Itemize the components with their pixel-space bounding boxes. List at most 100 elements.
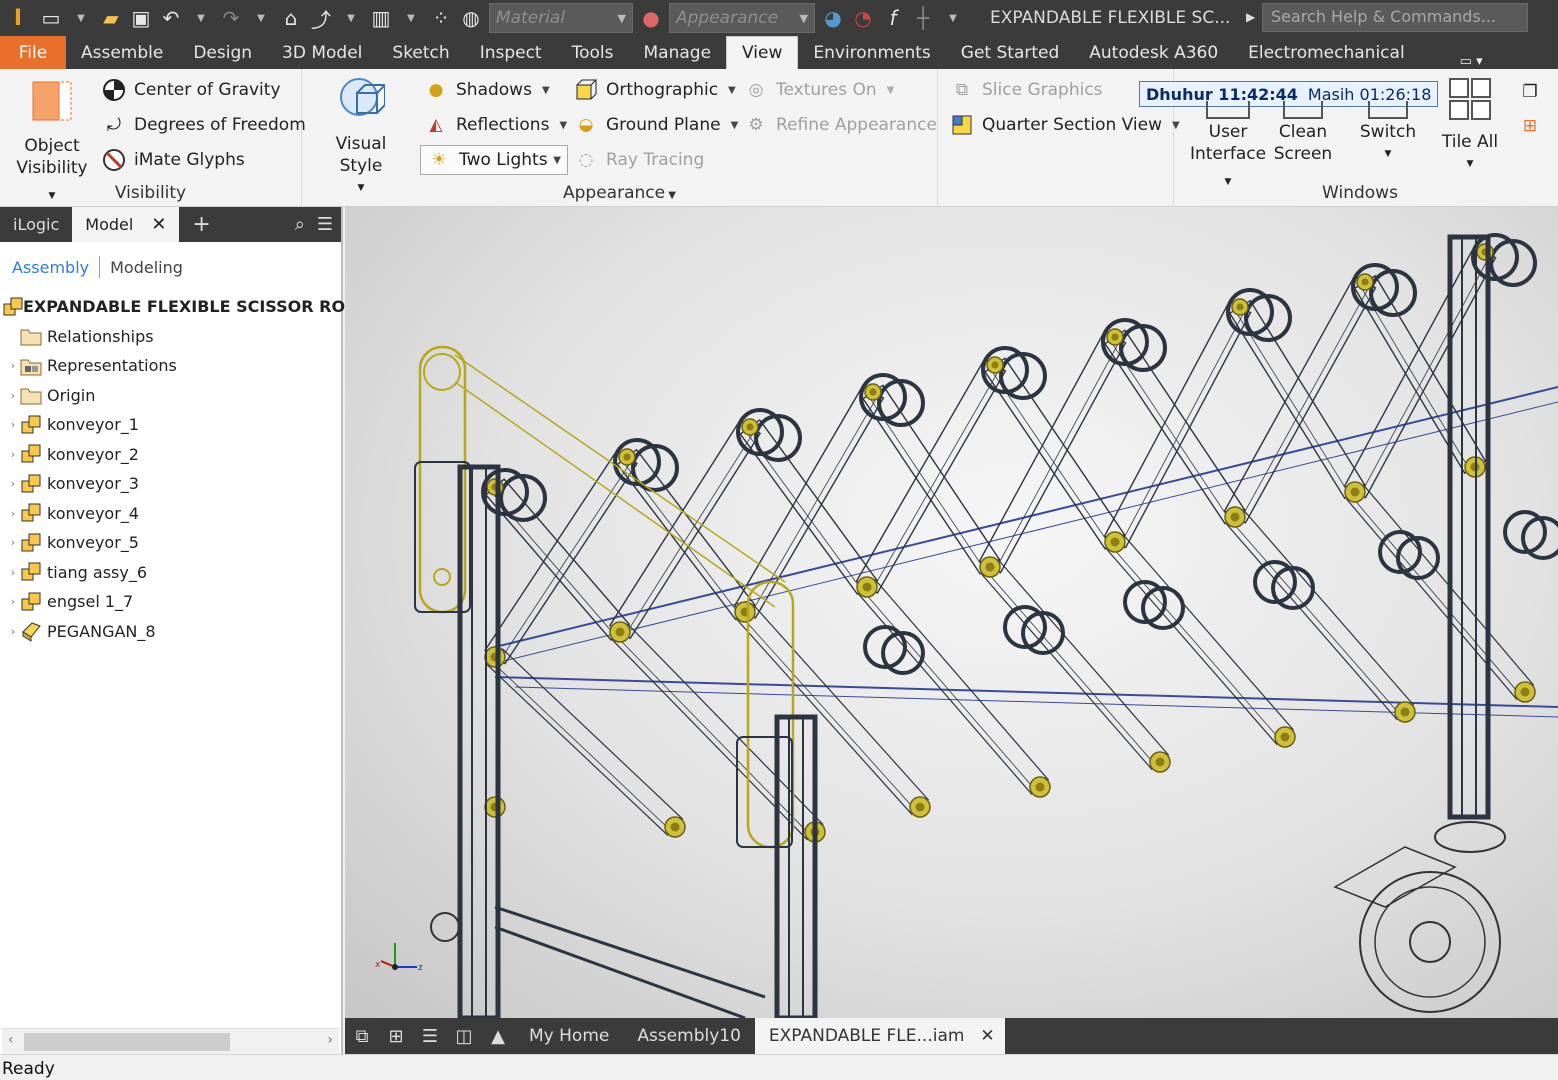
imate-glyphs-button[interactable]: iMate Glyphs xyxy=(102,145,245,175)
undo-dropdown-icon[interactable]: ▼ xyxy=(186,0,216,36)
shadows-dropdown-icon[interactable]: ▼ xyxy=(542,85,550,96)
tab-model[interactable]: Model ✕ xyxy=(72,207,180,242)
cascade-windows-icon[interactable]: ⧉ xyxy=(345,1018,379,1054)
switch-dropdown-icon[interactable]: ▼ xyxy=(1350,143,1426,165)
tab-inspect[interactable]: Inspect xyxy=(465,36,557,69)
expand-chevron-icon[interactable]: › xyxy=(6,536,20,549)
appearance-combo[interactable]: Appearance ▼ xyxy=(669,3,815,33)
slice-graphics-button[interactable]: ⧉ Slice Graphics xyxy=(950,75,1103,105)
reflections-dropdown-icon[interactable]: ▼ xyxy=(559,120,567,131)
expand-chevron-icon[interactable]: › xyxy=(6,418,20,431)
doc-tab-expandable[interactable]: EXPANDABLE FLE...iam ✕ xyxy=(754,1018,1005,1054)
tree-item[interactable]: › konveyor_5 xyxy=(6,528,139,557)
update-dropdown-icon[interactable]: ▼ xyxy=(396,0,426,36)
tab-electromechanical[interactable]: Electromechanical xyxy=(1233,36,1420,69)
return-icon[interactable]: ⤴ xyxy=(306,0,336,36)
expand-chevron-icon[interactable]: › xyxy=(6,359,20,372)
ground-plane-dropdown-icon[interactable]: ▼ xyxy=(731,120,739,131)
select-icon[interactable]: ⁘ xyxy=(426,0,456,36)
scrollbar-thumb[interactable] xyxy=(24,1033,230,1051)
home-icon[interactable]: ⌂ xyxy=(276,0,306,36)
tree-item[interactable]: › konveyor_3 xyxy=(6,469,139,498)
material-combo[interactable]: Material ▼ xyxy=(489,3,633,33)
doc-tab-assembly10[interactable]: Assembly10 xyxy=(623,1018,755,1054)
clean-screen-button[interactable]: Clean Screen xyxy=(1268,101,1338,165)
degrees-of-freedom-button[interactable]: ⤾ Degrees of Freedom xyxy=(102,110,306,140)
tree-item[interactable]: › PEGANGAN_8 xyxy=(6,617,156,646)
tree-item[interactable]: › konveyor_2 xyxy=(6,440,139,469)
tab-sketch[interactable]: Sketch xyxy=(377,36,464,69)
ground-plane-button[interactable]: ◒ Ground Plane ▼ xyxy=(574,110,739,140)
new-window-button[interactable]: ⊞ xyxy=(1518,111,1550,141)
redo-icon[interactable]: ↷ xyxy=(216,0,246,36)
shadows-button[interactable]: ● Shadows ▼ xyxy=(424,75,550,105)
expand-chevron-icon[interactable]: › xyxy=(6,566,20,579)
appearance-panel-title[interactable]: Appearance ▼ xyxy=(302,183,937,203)
orthographic-button[interactable]: Orthographic ▼ xyxy=(574,75,736,105)
open-folder-icon[interactable]: ▰ xyxy=(96,0,126,36)
tab-tools[interactable]: Tools xyxy=(557,36,629,69)
tree-item[interactable]: › Origin xyxy=(6,381,95,410)
tree-item[interactable]: › Representations xyxy=(6,351,177,380)
customize-qat-icon[interactable]: ▼ xyxy=(938,0,968,36)
refine-appearance-button[interactable]: ⚙ Refine Appearance xyxy=(744,110,937,140)
browser-horizontal-scrollbar[interactable]: ‹ › xyxy=(2,1028,339,1054)
expand-chevron-icon[interactable]: › xyxy=(6,477,20,490)
document-list-arrow-icon[interactable]: ▲ xyxy=(481,1018,515,1054)
expand-chevron-icon[interactable]: › xyxy=(6,389,20,402)
ray-tracing-button[interactable]: ◌ Ray Tracing xyxy=(574,145,705,175)
tab-ilogic[interactable]: iLogic xyxy=(0,207,72,242)
graphics-viewport[interactable]: x z xyxy=(345,207,1558,1018)
tile-windows-icon[interactable]: ⊞ xyxy=(379,1018,413,1054)
search-icon[interactable]: ⌕ xyxy=(295,214,305,235)
view-triad-icon[interactable]: x z xyxy=(373,937,433,987)
close-document-icon[interactable]: ✕ xyxy=(980,1026,994,1046)
tab-autodesk-a360[interactable]: Autodesk A360 xyxy=(1074,36,1233,69)
tree-root-item[interactable]: EXPANDABLE FLEXIBLE SCISSOR ROLLI xyxy=(2,292,371,321)
tile-horizontal-icon[interactable]: ☰ xyxy=(413,1018,447,1054)
textures-on-button[interactable]: ◎ Textures On ▼ xyxy=(744,75,895,105)
update-icon[interactable]: ▥ xyxy=(366,0,396,36)
new-file-icon[interactable]: ▭ xyxy=(36,0,66,36)
visual-style-button[interactable]: Visual Style ▼ xyxy=(314,75,408,199)
tree-item[interactable]: › engsel 1_7 xyxy=(6,587,133,616)
expand-chevron-icon[interactable]: › xyxy=(6,448,20,461)
doc-tab-my-home[interactable]: My Home xyxy=(515,1018,623,1054)
tile-vertical-icon[interactable]: ◫ xyxy=(447,1018,481,1054)
ribbon-display-options-icon[interactable]: ▭ ▾ xyxy=(1460,54,1483,69)
tab-view[interactable]: View xyxy=(726,36,799,69)
expand-chevron-icon[interactable]: › xyxy=(6,625,20,638)
measure-icon[interactable]: ┼ xyxy=(908,0,938,36)
close-tab-icon[interactable]: ✕ xyxy=(151,214,166,235)
tree-item[interactable]: › konveyor_4 xyxy=(6,499,139,528)
tree-item[interactable]: › tiang assy_6 xyxy=(6,558,147,587)
hamburger-menu-icon[interactable]: ☰ xyxy=(317,214,333,235)
undo-icon[interactable]: ↶ xyxy=(156,0,186,36)
redo-dropdown-icon[interactable]: ▼ xyxy=(246,0,276,36)
tile-all-button[interactable]: Tile All ▼ xyxy=(1434,77,1506,175)
adjust-appearance-icon[interactable]: ◕ xyxy=(818,0,848,36)
scroll-right-icon[interactable]: › xyxy=(327,1032,333,1048)
quarter-section-view-button[interactable]: Quarter Section View ▼ xyxy=(950,110,1180,140)
switch-button[interactable]: Switch ▼ xyxy=(1350,101,1426,165)
search-help-input[interactable]: Search Help & Commands... xyxy=(1262,3,1528,32)
assembly-mode-link[interactable]: Assembly xyxy=(12,258,89,277)
tab-design[interactable]: Design xyxy=(178,36,267,69)
lighting-style-select[interactable]: ☀ Two Lights ▼ xyxy=(420,145,568,175)
tab-get-started[interactable]: Get Started xyxy=(946,36,1074,69)
return-dropdown-icon[interactable]: ▼ xyxy=(336,0,366,36)
tab-environments[interactable]: Environments xyxy=(798,36,945,69)
new-dropdown-icon[interactable]: ▼ xyxy=(66,0,96,36)
modeling-mode-link[interactable]: Modeling xyxy=(110,258,183,277)
add-tab-icon[interactable]: + xyxy=(179,207,223,242)
expand-chevron-icon[interactable]: › xyxy=(6,507,20,520)
orthographic-dropdown-icon[interactable]: ▼ xyxy=(728,85,736,96)
cascade-button[interactable]: ❐ xyxy=(1518,77,1550,107)
tab-manage[interactable]: Manage xyxy=(629,36,727,69)
scroll-left-icon[interactable]: ‹ xyxy=(8,1032,14,1048)
display-icon[interactable]: ◍ xyxy=(456,0,486,36)
expand-arrow-icon[interactable]: ▶ xyxy=(1246,10,1255,24)
tile-all-dropdown-icon[interactable]: ▼ xyxy=(1434,153,1506,175)
tree-item[interactable]: Relationships xyxy=(6,322,154,351)
user-interface-button[interactable]: User Interface ▼ xyxy=(1188,101,1268,193)
